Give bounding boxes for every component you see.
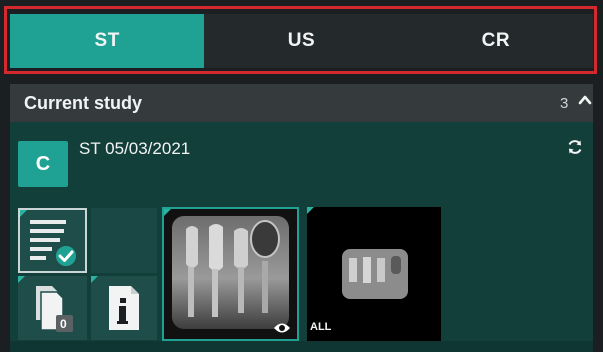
- tab-us[interactable]: US: [204, 14, 398, 68]
- documents-icon: [36, 286, 73, 332]
- section-title: Current study: [24, 93, 143, 113]
- all-preview-image: [342, 249, 408, 299]
- corner-marker: [20, 210, 27, 217]
- avatar-letter: C: [35, 152, 51, 175]
- avatar: C: [18, 141, 68, 187]
- xray-image: [164, 209, 297, 339]
- study-name: ST 05/03/2021: [79, 139, 191, 158]
- documents-count: 0: [60, 317, 67, 331]
- corner-marker: [91, 276, 98, 283]
- eye-icon[interactable]: [273, 321, 291, 335]
- documents-tile[interactable]: 0: [18, 276, 87, 340]
- modality-tabs: ST US CR: [10, 14, 593, 68]
- empty-tile: [91, 208, 157, 273]
- info-icon: [109, 286, 139, 330]
- corner-marker: [18, 276, 25, 283]
- study-count: 3: [560, 95, 569, 112]
- xray-thumbnail[interactable]: [162, 207, 299, 341]
- corner-marker: [164, 209, 171, 216]
- panel-footer: [10, 341, 593, 352]
- tab-st[interactable]: ST: [10, 14, 205, 68]
- refresh-icon[interactable]: [566, 138, 584, 156]
- chevron-up-icon[interactable]: [578, 93, 592, 107]
- report-check-icon: [30, 220, 78, 268]
- all-label: ALL: [310, 321, 332, 333]
- corner-marker: [307, 207, 314, 214]
- tab-cr[interactable]: CR: [399, 14, 593, 68]
- report-tile[interactable]: [18, 208, 87, 273]
- info-tile[interactable]: [91, 276, 157, 340]
